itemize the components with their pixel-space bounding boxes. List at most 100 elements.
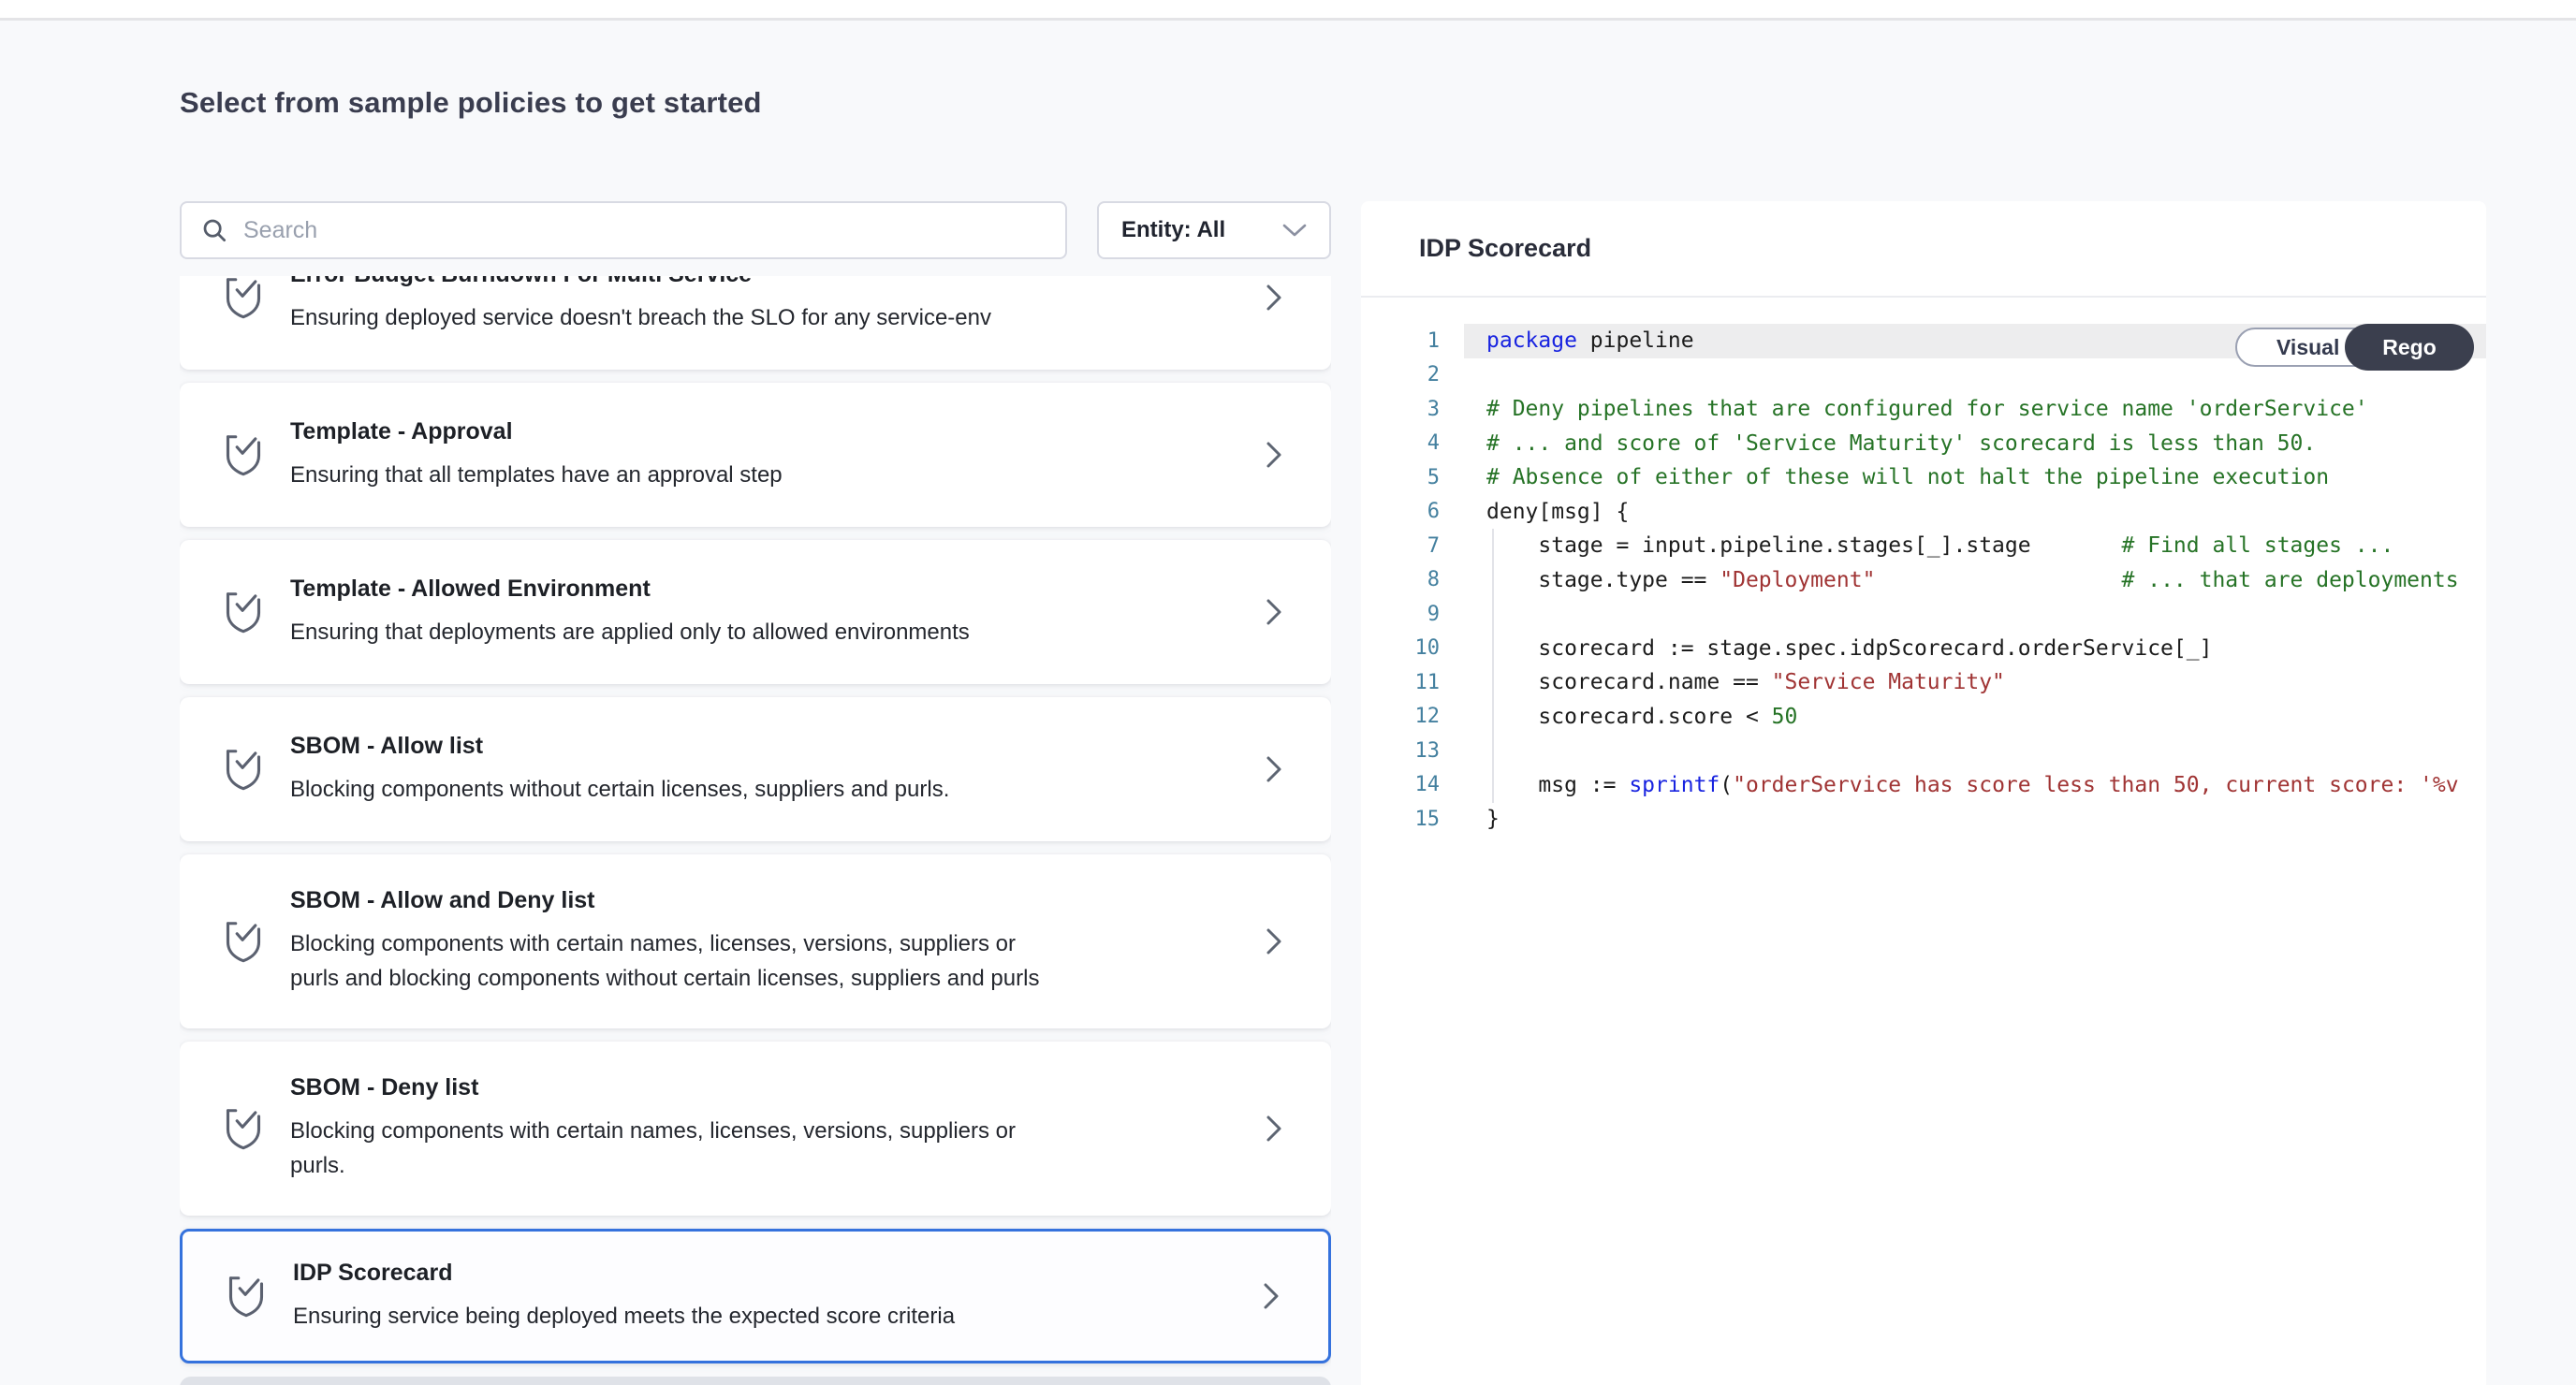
policy-detail-panel: IDP Scorecard 1 package pipeline 2 3 # D… <box>1361 201 2486 1385</box>
toggle-rego-label: Rego <box>2382 335 2437 360</box>
code-line: 14 msg := sprintf("orderService has scor… <box>1361 768 2486 803</box>
line-content: stage = input.pipeline.stages[_].stage #… <box>1464 529 2486 563</box>
entity-filter-label: Entity: All <box>1121 217 1225 243</box>
policy-card[interactable]: Template - Allowed Environment Ensuring … <box>180 540 1331 684</box>
line-number: 1 <box>1361 329 1464 353</box>
policy-title: Error Budget Burndown For Multi Service <box>290 276 1243 288</box>
line-number: 10 <box>1361 636 1464 660</box>
line-content: scorecard.name == "Service Maturity" <box>1464 665 2486 700</box>
code-line: 12 scorecard.score < 50 <box>1361 700 2486 735</box>
policy-card-text: IDP Scorecard Ensuring service being dep… <box>293 1260 1240 1334</box>
policy-card[interactable]: SBOM - Allow list Blocking components wi… <box>180 697 1331 841</box>
detail-panel-header: IDP Scorecard <box>1361 201 2486 298</box>
line-number: 9 <box>1361 603 1464 626</box>
policy-description: Ensuring that all templates have an appr… <box>290 458 1243 492</box>
line-number: 15 <box>1361 808 1464 831</box>
chevron-right-icon <box>1266 1114 1282 1144</box>
policy-description: Blocking components without certain lice… <box>290 772 1243 807</box>
code-line: 3 # Deny pipelines that are configured f… <box>1361 392 2486 427</box>
line-content: # Deny pipelines that are configured for… <box>1464 392 2486 427</box>
entity-filter-dropdown[interactable]: Entity: All <box>1097 201 1331 259</box>
code-lines: 1 package pipeline 2 3 # Deny pipelines … <box>1361 324 2486 837</box>
line-content: # Absence of either of these will not ha… <box>1464 460 2486 495</box>
policy-card[interactable]: IDP Scorecard Ensuring service being dep… <box>180 1229 1331 1363</box>
chevron-right-icon <box>1266 597 1282 627</box>
line-content: scorecard.score < 50 <box>1464 700 2486 735</box>
line-content: stage.type == "Deployment" # ... that ar… <box>1464 563 2486 598</box>
policy-description: Ensuring deployed service doesn't breach… <box>290 300 1243 335</box>
code-line: 13 <box>1361 734 2486 768</box>
policy-title: SBOM - Deny list <box>290 1074 1243 1101</box>
shield-check-icon <box>223 1105 264 1152</box>
policy-card-text: Template - Allowed Environment Ensuring … <box>290 576 1243 649</box>
code-line: 9 <box>1361 597 2486 632</box>
search-input[interactable] <box>243 217 1046 244</box>
policy-card-text: SBOM - Deny list Blocking components wit… <box>290 1074 1243 1183</box>
line-content: scorecard := stage.spec.idpScorecard.ord… <box>1464 632 2486 666</box>
chevron-right-icon <box>1266 283 1282 313</box>
policy-description: Blocking components with certain names, … <box>290 926 1243 996</box>
search-icon <box>200 216 228 244</box>
code-line: 4 # ... and score of 'Service Maturity' … <box>1361 427 2486 461</box>
shield-check-icon <box>223 746 264 793</box>
code-line: 8 stage.type == "Deployment" # ... that … <box>1361 563 2486 598</box>
shield-check-icon <box>226 1273 267 1319</box>
policy-card-text: SBOM - Allow list Blocking components wi… <box>290 733 1243 807</box>
line-number: 6 <box>1361 500 1464 523</box>
policy-title: Template - Allowed Environment <box>290 576 1243 603</box>
view-mode-toggle: Visual Rego <box>2235 328 2471 367</box>
shield-check-icon <box>223 589 264 635</box>
code-line: 6 deny[msg] { <box>1361 495 2486 530</box>
policy-title: IDP Scorecard <box>293 1260 1240 1287</box>
policy-title: SBOM - Allow and Deny list <box>290 887 1243 914</box>
detail-panel-title: IDP Scorecard <box>1419 234 1591 263</box>
toggle-option-rego[interactable]: Rego <box>2345 324 2474 371</box>
policy-card[interactable]: Error Budget Burndown For Multi Service … <box>180 276 1331 370</box>
policy-card[interactable]: Template - Approval Ensuring that all te… <box>180 383 1331 527</box>
policy-list-inner: Error Budget Burndown For Multi Service … <box>180 276 1331 1385</box>
top-bar <box>0 0 2576 21</box>
policy-description: Ensuring service being deployed meets th… <box>293 1299 1240 1334</box>
line-number: 11 <box>1361 671 1464 694</box>
policy-title: SBOM - Allow list <box>290 733 1243 760</box>
policy-card-text: Error Budget Burndown For Multi Service … <box>290 276 1243 335</box>
chevron-right-icon <box>1266 926 1282 956</box>
chevron-down-icon <box>1282 223 1307 238</box>
chevron-right-icon <box>1266 754 1282 784</box>
shield-check-icon <box>223 276 264 321</box>
shield-check-icon <box>223 918 264 965</box>
policy-card[interactable]: SBOM - Allow and Deny list Blocking comp… <box>180 854 1331 1028</box>
policy-card-text: SBOM - Allow and Deny list Blocking comp… <box>290 887 1243 996</box>
code-line: 15 } <box>1361 802 2486 837</box>
line-number: 12 <box>1361 705 1464 728</box>
code-line: 7 stage = input.pipeline.stages[_].stage… <box>1361 529 2486 563</box>
line-content <box>1464 597 2486 632</box>
policy-description: Ensuring that deployments are applied on… <box>290 615 1243 649</box>
line-number: 3 <box>1361 398 1464 421</box>
line-content: # ... and score of 'Service Maturity' sc… <box>1464 427 2486 461</box>
policy-card-text: Template - Approval Ensuring that all te… <box>290 418 1243 492</box>
rego-code-editor: 1 package pipeline 2 3 # Deny pipelines … <box>1361 299 2486 1385</box>
line-number: 4 <box>1361 431 1464 455</box>
policy-card[interactable]: SBOM - Deny list Blocking components wit… <box>180 1042 1331 1216</box>
line-number: 5 <box>1361 466 1464 489</box>
line-number: 13 <box>1361 739 1464 763</box>
shield-check-icon <box>223 431 264 478</box>
chevron-right-icon <box>1266 440 1282 470</box>
page-title: Select from sample policies to get start… <box>180 86 762 120</box>
search-box[interactable] <box>180 201 1067 259</box>
line-content: } <box>1464 802 2486 837</box>
code-line: 11 scorecard.name == "Service Maturity" <box>1361 665 2486 700</box>
indent-guide <box>1492 529 1494 803</box>
chevron-right-icon <box>1263 1281 1280 1311</box>
line-content: deny[msg] { <box>1464 495 2486 530</box>
policy-title: Template - Approval <box>290 418 1243 445</box>
line-content: msg := sprintf("orderService has score l… <box>1464 768 2486 803</box>
policy-list: Error Budget Burndown For Multi Service … <box>180 276 1331 1385</box>
code-line: 10 scorecard := stage.spec.idpScorecard.… <box>1361 632 2486 666</box>
line-content <box>1464 734 2486 768</box>
policy-description: Blocking components with certain names, … <box>290 1114 1243 1183</box>
line-number: 8 <box>1361 568 1464 591</box>
code-line: 5 # Absence of either of these will not … <box>1361 460 2486 495</box>
toggle-visual-label: Visual <box>2276 335 2339 360</box>
